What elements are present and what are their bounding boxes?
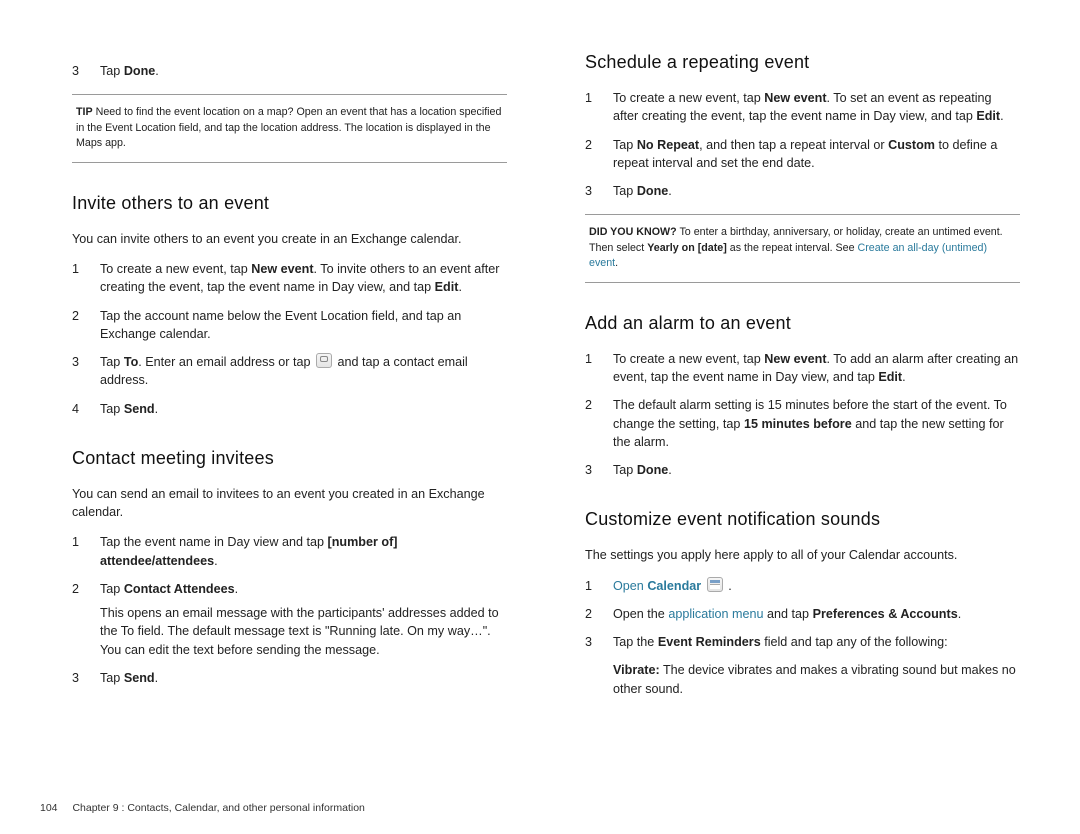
step-item: 3 Tap Done. [72,62,507,80]
step-number: 1 [72,533,92,551]
step-list: 1 To create a new event, tap New event. … [72,260,507,418]
did-you-know-box: DID YOU KNOW? To enter a birthday, anniv… [585,214,1020,283]
step-number: 1 [72,260,92,278]
page-footer: 104 Chapter 9 : Contacts, Calendar, and … [40,802,365,814]
page-number: 104 [40,802,58,814]
tip-text-2: as the repeat interval. See [727,242,858,254]
step-item: 3 Tap the Event Reminders field and tap … [585,633,1020,698]
step-item: 3 Tap Send. [72,669,507,687]
step-number: 1 [585,89,605,107]
step-item: 1 Tap the event name in Day view and tap… [72,533,507,570]
step-number: 1 [585,350,605,368]
step-item: 3 Tap Done. [585,461,1020,479]
step-number: 3 [72,669,92,687]
step-number: 3 [585,633,605,651]
step-item: 1 To create a new event, tap New event. … [72,260,507,297]
step-text: Tap Done. [613,184,672,198]
step-item: 2 Open the application menu and tap Pref… [585,605,1020,623]
open-link[interactable]: Open [613,579,644,593]
step-number: 3 [585,461,605,479]
right-column: Schedule a repeating event 1 To create a… [585,52,1020,708]
step-text: To create a new event, tap New event. To… [613,91,1004,123]
contact-icon [316,353,332,368]
step-item: 1 To create a new event, tap New event. … [585,350,1020,387]
step-item: 4 Tap Send. [72,400,507,418]
step-list: 3 Tap Done. [72,62,507,80]
step-list: 1 To create a new event, tap New event. … [585,350,1020,480]
tip-lead: TIP [76,106,93,118]
app-menu-link[interactable]: application menu [668,607,763,621]
section-heading-invite: Invite others to an event [72,193,507,214]
step-text: Tap Done. [613,463,672,477]
step-number: 2 [585,605,605,623]
step-text: The default alarm setting is 15 minutes … [613,398,1007,449]
step-item: 2 Tap No Repeat, and then tap a repeat i… [585,136,1020,173]
step-item: 2 Tap the account name below the Event L… [72,307,507,344]
step-number: 2 [585,396,605,414]
step-text: Tap Contact Attendees. [100,582,238,596]
section-intro: The settings you apply here apply to all… [585,546,1020,564]
step-text: Tap Send. [100,671,158,685]
chapter-label: Chapter 9 : Contacts, Calendar, and othe… [72,802,364,814]
tip-text: Need to find the event location on a map… [76,106,501,149]
section-intro: You can invite others to an event you cr… [72,230,507,248]
step-list: 1 To create a new event, tap New event. … [585,89,1020,200]
step-item: 2 Tap Contact Attendees. This opens an e… [72,580,507,659]
step-item: 1 Open Calendar . [585,577,1020,595]
option-vibrate: Vibrate: The device vibrates and makes a… [613,661,1020,698]
step-item: 3 Tap To. Enter an email address or tap … [72,353,507,390]
step-number: 2 [585,136,605,154]
step-item: 3 Tap Done. [585,182,1020,200]
step-number: 2 [72,580,92,598]
step-number: 3 [72,62,92,80]
step-text: Tap No Repeat, and then tap a repeat int… [613,138,997,170]
step-text: Tap Done. [100,64,159,78]
step-list: 1 Open Calendar . 2 Open the application… [585,577,1020,698]
step-text: Tap Send. [100,402,158,416]
section-heading-repeat: Schedule a repeating event [585,52,1020,73]
section-heading-contact: Contact meeting invitees [72,448,507,469]
step-list: 1 Tap the event name in Day view and tap… [72,533,507,687]
step-text: Tap the event name in Day view and tap [… [100,535,398,567]
left-column: 3 Tap Done. TIP Need to find the event l… [72,52,507,708]
step-number: 3 [72,353,92,371]
step-text: Open the application menu and tap Prefer… [613,607,961,621]
section-intro: You can send an email to invitees to an … [72,485,507,522]
step-text: Tap To. Enter an email address or tap an… [100,355,468,387]
tip-lead: DID YOU KNOW? [589,226,677,238]
step-item: 1 To create a new event, tap New event. … [585,89,1020,126]
step-number: 1 [585,577,605,595]
step-number: 3 [585,182,605,200]
step-text: Tap the account name below the Event Loc… [100,309,461,341]
step-number: 4 [72,400,92,418]
step-number: 2 [72,307,92,325]
tip-box: TIP Need to find the event location on a… [72,94,507,163]
calendar-icon [707,577,723,592]
section-heading-alarm: Add an alarm to an event [585,313,1020,334]
step-text: To create a new event, tap New event. To… [100,262,500,294]
step-text: Tap the Event Reminders field and tap an… [613,635,948,649]
manual-page: 3 Tap Done. TIP Need to find the event l… [0,0,1080,834]
section-heading-customize: Customize event notification sounds [585,509,1020,530]
two-column-layout: 3 Tap Done. TIP Need to find the event l… [72,52,1020,708]
step-text: Open Calendar . [613,579,732,593]
step-item: 2 The default alarm setting is 15 minute… [585,396,1020,451]
step-text: To create a new event, tap New event. To… [613,352,1018,384]
step-subtext: This opens an email message with the par… [100,604,507,659]
